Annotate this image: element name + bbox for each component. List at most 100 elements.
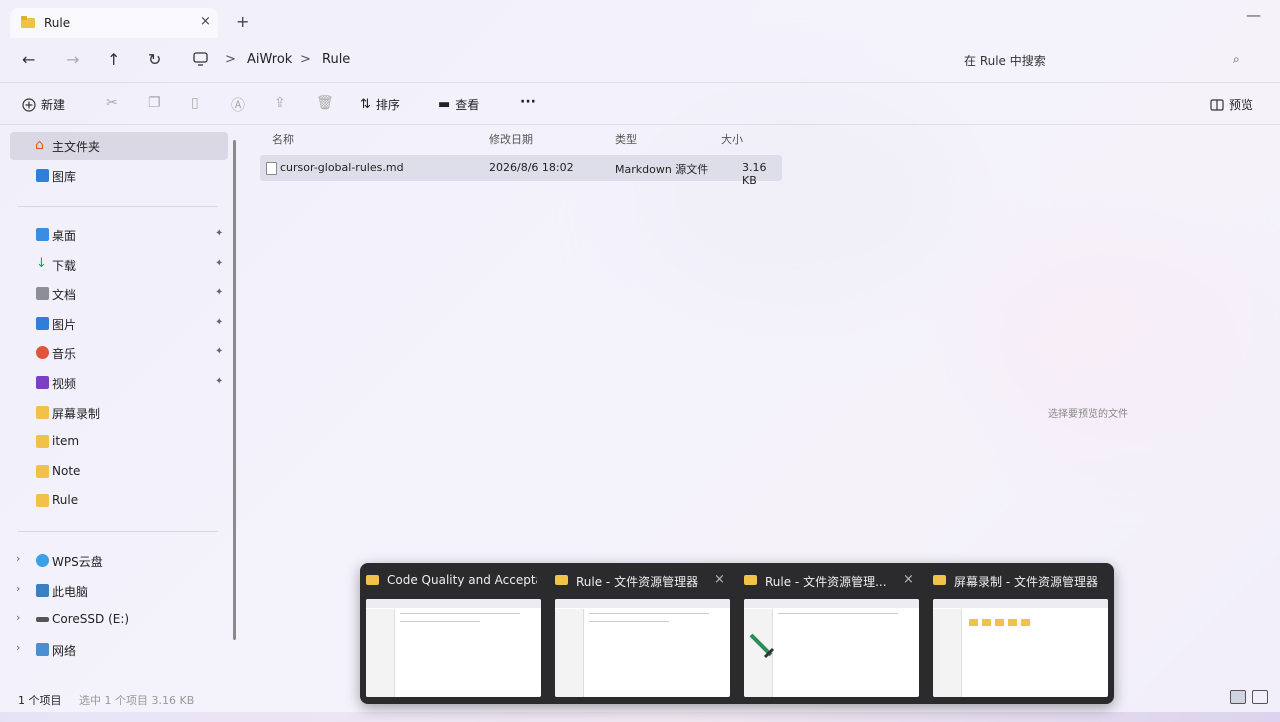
- sidebar-item-desktop[interactable]: 桌面 ✦: [10, 221, 228, 249]
- sidebar-item-wps-cloud[interactable]: › WPS云盘: [10, 547, 228, 575]
- column-header-modified[interactable]: 修改日期: [489, 131, 533, 147]
- sidebar-item-note[interactable]: Note: [10, 458, 228, 486]
- sidebar-item-screen-recording[interactable]: 屏幕录制: [10, 399, 228, 427]
- sidebar-item-label: 图库: [52, 170, 77, 184]
- computer-icon: [36, 584, 49, 597]
- sidebar-item-this-pc[interactable]: › 此电脑: [10, 577, 228, 605]
- folder-icon: [744, 575, 757, 585]
- pin-icon[interactable]: ✦: [215, 346, 223, 357]
- sidebar-item-pictures[interactable]: 图片 ✦: [10, 310, 228, 338]
- pin-icon[interactable]: ✦: [215, 287, 223, 298]
- chevron-right-icon[interactable]: ›: [16, 552, 20, 565]
- sort-icon: ⇅: [360, 97, 371, 112]
- paste-icon[interactable]: ▯: [191, 95, 199, 111]
- drive-icon: [36, 617, 49, 622]
- chevron-right-icon[interactable]: ›: [16, 641, 20, 654]
- sidebar-item-videos[interactable]: 视频 ✦: [10, 369, 228, 397]
- window-preview: [744, 599, 919, 697]
- gallery-icon: [36, 169, 49, 182]
- sidebar-item-label: 桌面: [52, 229, 77, 243]
- back-icon[interactable]: ←: [22, 50, 35, 69]
- copy-icon[interactable]: ❐: [148, 95, 161, 111]
- sidebar-item-documents[interactable]: 文档 ✦: [10, 280, 228, 308]
- taskbar-window-thumb[interactable]: Code Quality and Accepta...: [360, 563, 544, 704]
- sidebar-item-coressd[interactable]: › CoreSSD (E:): [10, 606, 228, 634]
- sort-button[interactable]: ⇅ 排序: [360, 96, 400, 113]
- tiles-view-button[interactable]: [1252, 690, 1268, 704]
- item-count: 1 个项目: [18, 694, 62, 707]
- cut-icon[interactable]: ✂: [106, 95, 118, 111]
- pictures-icon: [36, 317, 49, 330]
- taskbar-window-thumb[interactable]: 屏幕录制 - 文件资源管理器: [927, 563, 1111, 704]
- column-header-size[interactable]: 大小: [721, 131, 743, 147]
- monitor-icon[interactable]: [193, 52, 208, 66]
- sidebar-item-rule[interactable]: Rule: [10, 487, 228, 515]
- close-tab-icon[interactable]: ×: [200, 14, 211, 29]
- window-title: Code Quality and Accepta...: [387, 573, 537, 587]
- new-tab-button[interactable]: +: [236, 12, 249, 31]
- minimize-button[interactable]: —: [1246, 6, 1261, 24]
- column-header-type[interactable]: 类型: [615, 131, 637, 147]
- refresh-icon[interactable]: ↻: [148, 50, 161, 69]
- taskbar-window-thumb[interactable]: Rule - 文件资源管理器 ×: [549, 563, 733, 704]
- folder-icon: [366, 575, 379, 585]
- delete-icon[interactable]: 🗑: [316, 95, 334, 111]
- sidebar-item-label: 音乐: [52, 347, 77, 361]
- sidebar-item-label: 此电脑: [52, 585, 89, 599]
- window-preview: [555, 599, 730, 697]
- desktop-icon: [36, 228, 49, 241]
- close-icon[interactable]: ×: [714, 572, 725, 587]
- sidebar-item-network[interactable]: › 网络: [10, 636, 228, 664]
- folder-icon: [36, 465, 49, 478]
- close-icon[interactable]: ×: [903, 572, 914, 587]
- view-icon: ▬: [438, 97, 451, 112]
- up-icon[interactable]: ↑: [107, 50, 120, 69]
- breadcrumb-separator: >: [300, 52, 311, 67]
- chevron-right-icon[interactable]: ›: [16, 611, 20, 624]
- forward-icon[interactable]: →: [66, 50, 79, 69]
- pin-icon[interactable]: ✦: [215, 317, 223, 328]
- sidebar-item-music[interactable]: 音乐 ✦: [10, 339, 228, 367]
- tab-bar: Rule × + —: [0, 0, 1280, 44]
- folder-icon: [21, 16, 35, 28]
- pin-icon[interactable]: ✦: [215, 376, 223, 387]
- address-bar-row: ← → ↑ ↻ > AiWrok > Rule 在 Rule 中搜索 ⌕: [0, 44, 1280, 78]
- chevron-right-icon[interactable]: ›: [16, 582, 20, 595]
- rename-icon[interactable]: Ⓐ: [231, 95, 245, 115]
- share-icon[interactable]: ⇪: [274, 95, 286, 111]
- sidebar-item-downloads[interactable]: ↓ 下载 ✦: [10, 251, 228, 279]
- details-view-button[interactable]: [1230, 690, 1246, 704]
- column-header-name[interactable]: 名称: [272, 131, 294, 147]
- status-bar: 1 个项目 选中 1 个项目 3.16 KB: [18, 692, 194, 708]
- taskbar-window-thumb[interactable]: Rule - 文件资源管理... ×: [738, 563, 922, 704]
- sidebar-item-gallery[interactable]: 图库: [10, 162, 228, 190]
- new-button[interactable]: 新建: [22, 96, 65, 113]
- divider: [0, 82, 1280, 83]
- sidebar-scrollbar[interactable]: [233, 140, 236, 640]
- selection-info: 选中 1 个项目 3.16 KB: [79, 694, 195, 707]
- pin-icon[interactable]: ✦: [215, 228, 223, 239]
- search-box[interactable]: 在 Rule 中搜索 ⌕: [955, 46, 1255, 74]
- preview-button[interactable]: 预览: [1210, 96, 1253, 113]
- breadcrumb-aiwrok[interactable]: AiWrok: [247, 52, 292, 67]
- command-bar: 新建 ✂ ❐ ▯ Ⓐ ⇪ 🗑 ⇅ 排序 ▬ 查看 ··· 预览: [0, 86, 1280, 124]
- sidebar-item-label: item: [52, 434, 80, 448]
- new-label: 新建: [41, 98, 66, 112]
- sidebar-item-label: Note: [52, 464, 81, 478]
- file-row[interactable]: . cursor-global-rules.md 2026/8/6 18:02 …: [260, 155, 782, 187]
- view-button[interactable]: ▬ 查看: [438, 96, 479, 113]
- sidebar-item-label: 网络: [52, 644, 77, 658]
- tab-rule[interactable]: Rule ×: [10, 8, 218, 38]
- sidebar-item-label: 视频: [52, 377, 77, 391]
- music-icon: [36, 346, 49, 359]
- breadcrumb-rule[interactable]: Rule: [322, 52, 350, 67]
- pin-icon[interactable]: ✦: [215, 258, 223, 269]
- sidebar-item-label: Rule: [52, 493, 79, 507]
- sidebar-item-home[interactable]: ⌂ 主文件夹: [10, 132, 228, 160]
- search-input[interactable]: 在 Rule 中搜索: [964, 52, 1046, 69]
- search-icon[interactable]: ⌕: [1233, 52, 1240, 67]
- preview-pane-icon: [1210, 98, 1224, 111]
- more-options-button[interactable]: ···: [520, 94, 536, 110]
- taskbar-thumbnail-popup: Code Quality and Accepta... Rule - 文件资源管…: [360, 563, 1114, 704]
- sidebar-item-item[interactable]: item: [10, 428, 228, 456]
